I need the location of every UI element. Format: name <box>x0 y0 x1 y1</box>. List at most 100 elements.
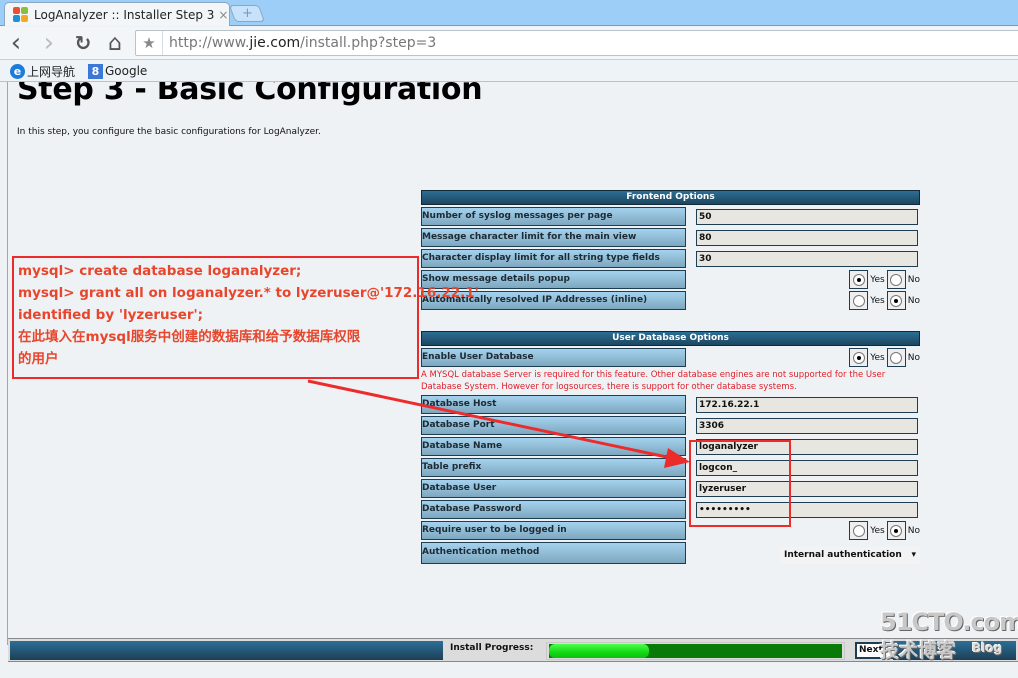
annotation-line: mysql> create database loganalyzer; <box>18 263 302 279</box>
user-database-options-header: User Database Options <box>421 331 920 346</box>
bookmark-google[interactable]: 8 Google <box>88 62 147 80</box>
browser-tab-active[interactable]: LogAnalyzer :: Installer Step 3 × <box>4 2 230 26</box>
annotation-line: 的用户 <box>18 351 59 367</box>
radio-label: No <box>907 525 920 536</box>
option-label: Database Port <box>421 416 686 435</box>
option-label: Database User <box>421 479 686 498</box>
address-bar[interactable]: ★ http://www.jie.com/install.php?step=3 <box>135 30 1018 56</box>
bookmark-star-icon[interactable]: ★ <box>136 31 163 55</box>
resolve-ip-no-radio[interactable] <box>890 294 903 307</box>
url-text[interactable]: http://www.jie.com/install.php?step=3 <box>169 35 436 51</box>
enable-userdb-radio-group: Yes No <box>686 348 920 367</box>
watermark-blog: Blog <box>972 641 1003 655</box>
option-label: Number of syslog messages per page <box>421 207 686 226</box>
radio-label: Yes <box>870 525 885 536</box>
option-row: Database User lyzeruser <box>421 479 920 498</box>
mysql-warning-text: A MYSQL database Server is required for … <box>421 370 886 392</box>
option-row: Database Host 172.16.22.1 <box>421 395 920 414</box>
radio-label: No <box>907 352 920 363</box>
radio-label: No <box>907 295 920 306</box>
string-display-limit-input[interactable]: 30 <box>696 250 918 267</box>
tab-title: LogAnalyzer :: Installer Step 3 <box>34 7 215 22</box>
joomla-favicon-icon <box>13 6 29 23</box>
require-login-no-radio[interactable] <box>890 524 903 537</box>
dropdown-arrow-icon: ▾ <box>911 550 916 560</box>
page-content: Step 3 - Basic Configuration In this ste… <box>0 82 1018 678</box>
watermark-logo: 51CTO.com <box>880 608 1018 636</box>
option-row: Database Name loganalyzer <box>421 437 920 456</box>
radio-label: No <box>907 274 920 285</box>
message-char-limit-input[interactable]: 80 <box>696 229 918 246</box>
url-scheme: http://www. <box>169 35 250 51</box>
page-intro: In this step, you configure the basic co… <box>17 127 321 137</box>
install-progress-fill <box>549 644 649 658</box>
database-host-input[interactable]: 172.16.22.1 <box>696 396 918 413</box>
frontend-options-header: Frontend Options <box>421 190 920 205</box>
page-title: Step 3 - Basic Configuration <box>17 82 483 107</box>
option-label: Require user to be logged in <box>421 521 686 540</box>
radio-label: Yes <box>870 352 885 363</box>
message-popup-radio-group: Yes No <box>686 270 920 289</box>
option-row: Character display limit for all string t… <box>421 249 920 268</box>
enable-userdb-no-radio[interactable] <box>890 351 903 364</box>
option-label: Authentication method <box>421 542 686 564</box>
message-popup-yes-radio[interactable] <box>852 273 865 286</box>
message-popup-no-radio[interactable] <box>890 273 903 286</box>
url-domain: jie.com <box>249 35 301 51</box>
reload-button[interactable]: ↻ <box>71 31 95 55</box>
watermark-subtitle: 技术博客 <box>880 640 957 662</box>
option-row: Show message details popup Yes No <box>421 270 920 289</box>
watermark: 51CTO.com 技术博客 Blog <box>880 608 1018 662</box>
option-label: Database Host <box>421 395 686 414</box>
option-label: Table prefix <box>421 458 686 477</box>
bookmark-label: 上网导航 <box>27 64 76 79</box>
install-progress-bar <box>549 644 842 658</box>
option-row: Enable User Database Yes No <box>421 348 920 367</box>
annotation-text: mysql> create database loganalyzer; mysq… <box>18 260 479 370</box>
resolve-ip-radio-group: Yes No <box>686 291 920 310</box>
user-database-options-table: User Database Options Enable User Databa… <box>421 329 920 566</box>
bookmark-label: Google <box>105 64 148 78</box>
annotation-highlight-box <box>689 440 791 527</box>
footer-bar-left <box>10 641 443 660</box>
forward-button[interactable]: › <box>37 28 61 58</box>
option-row: Number of syslog messages per page 50 <box>421 207 920 226</box>
enable-userdb-yes-radio[interactable] <box>852 351 865 364</box>
select-value: Internal authentication <box>784 550 902 560</box>
annotation-line: mysql> grant all on loganalyzer.* to lyz… <box>18 285 479 301</box>
frontend-options-table: Frontend Options Number of syslog messag… <box>421 188 920 312</box>
home-button[interactable]: ⌂ <box>103 31 127 56</box>
require-login-yes-radio[interactable] <box>852 524 865 537</box>
option-row: Require user to be logged in Yes No <box>421 521 920 540</box>
url-path: /install.php?step=3 <box>300 35 437 51</box>
install-footer: Install Progress: Next <box>8 638 1018 662</box>
option-label: Database Name <box>421 437 686 456</box>
browser-toolbar: ‹ › ↻ ⌂ ★ http://www.jie.com/install.php… <box>0 27 1018 59</box>
option-row: Table prefix logcon_ <box>421 458 920 477</box>
option-row: Authentication method Internal authentic… <box>421 542 920 564</box>
option-label: Database Password <box>421 500 686 519</box>
ie-icon: e <box>10 63 25 79</box>
database-port-input[interactable]: 3306 <box>696 417 918 434</box>
back-button[interactable]: ‹ <box>4 28 28 58</box>
bookmark-shangwang[interactable]: e 上网导航 <box>10 62 75 80</box>
tab-close-icon[interactable]: × <box>218 8 228 22</box>
plus-icon: + <box>241 6 253 21</box>
annotation-line: identified by 'lyzeruser'; <box>18 307 204 323</box>
radio-label: Yes <box>870 295 885 306</box>
radio-label: Yes <box>870 274 885 285</box>
install-progress-track <box>546 642 845 660</box>
resolve-ip-yes-radio[interactable] <box>852 294 865 307</box>
option-label: Message character limit for the main vie… <box>421 228 686 247</box>
syslog-messages-per-page-input[interactable]: 50 <box>696 208 918 225</box>
option-row: Database Port 3306 <box>421 416 920 435</box>
annotation-line: 在此填入在mysql服务中创建的数据库和给予数据库权限 <box>18 329 361 345</box>
bookmarks-bar: e 上网导航 8 Google <box>0 59 1018 82</box>
browser-titlebar: LogAnalyzer :: Installer Step 3 × + <box>0 0 1018 26</box>
auth-method-select[interactable]: Internal authentication ▾ <box>780 546 920 564</box>
install-progress-label: Install Progress: <box>450 643 534 653</box>
new-tab-button[interactable]: + <box>228 5 266 22</box>
option-row: Automatically resolved IP Addresses (inl… <box>421 291 920 310</box>
option-row: Database Password ••••••••• <box>421 500 920 519</box>
google-icon: 8 <box>88 63 103 79</box>
